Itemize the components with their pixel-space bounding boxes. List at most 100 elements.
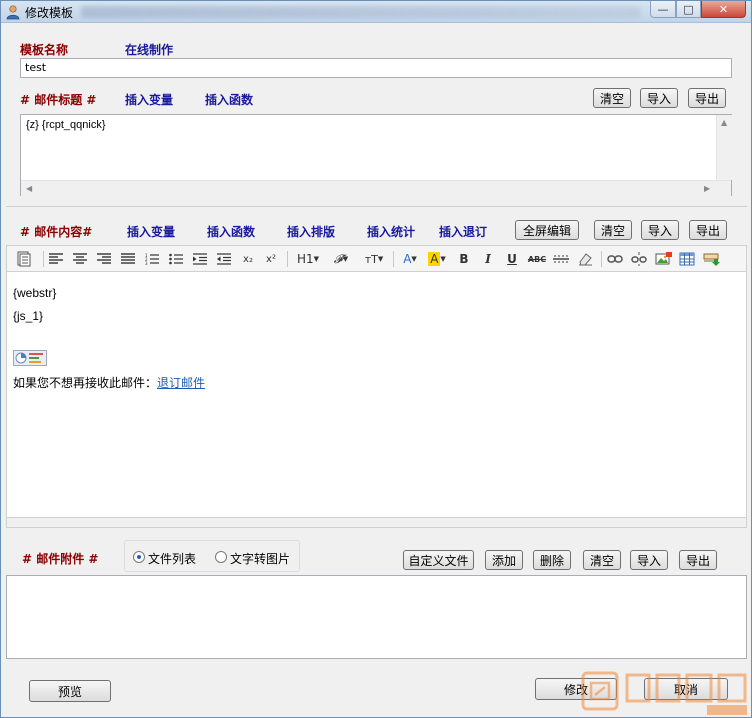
chevron-down-icon: ▼ [313, 255, 320, 263]
attachment-mode-group: 文件列表 文字转图片 [124, 540, 300, 572]
superscript-icon[interactable]: x² [264, 250, 278, 268]
svg-text:3: 3 [145, 261, 148, 266]
heading-dropdown[interactable]: H1 ▼ [295, 250, 321, 268]
text-to-image-radio[interactable] [215, 551, 227, 563]
subject-import-button[interactable]: 导入 [640, 88, 678, 108]
content-clear-button[interactable]: 清空 [594, 220, 632, 240]
insert-table-icon[interactable] [679, 250, 695, 268]
file-list-radio[interactable] [133, 551, 145, 563]
scroll-up-icon[interactable]: ▲ [721, 118, 727, 127]
unlink-icon[interactable] [631, 250, 647, 268]
font-color-icon: A [403, 252, 412, 266]
link-icon[interactable] [607, 250, 623, 268]
highlight-color-icon: A [428, 252, 441, 266]
chevron-down-icon: ▼ [411, 255, 417, 263]
section-divider [6, 206, 747, 207]
modify-button[interactable]: 修改 [535, 678, 617, 700]
preview-button[interactable]: 预览 [29, 680, 111, 702]
font-size-dropdown[interactable]: тT ▼ [361, 250, 387, 268]
font-color-dropdown[interactable]: A ▼ [399, 250, 421, 268]
editor-resize-bar[interactable] [6, 518, 747, 528]
stats-placeholder-icon[interactable] [13, 350, 47, 366]
subscript-icon[interactable]: x₂ [241, 250, 255, 268]
indent-icon[interactable] [193, 250, 207, 268]
subject-horizontal-scrollbar[interactable]: ◀ ▶ [21, 180, 731, 196]
strikethrough-icon[interactable]: ABC [527, 250, 547, 268]
underline-icon[interactable]: U [505, 250, 519, 268]
custom-file-button[interactable]: 自定义文件 [403, 550, 474, 570]
attachment-export-button[interactable]: 导出 [679, 550, 717, 570]
maximize-button[interactable]: □ [676, 1, 701, 18]
scroll-right-icon[interactable]: ▶ [704, 184, 710, 193]
title-bar[interactable]: 修改模板 — □ ✕ [1, 1, 751, 23]
bold-icon[interactable]: B [457, 250, 471, 268]
chevron-down-icon: ▼ [342, 255, 349, 263]
fullscreen-edit-button[interactable]: 全屏编辑 [515, 220, 579, 240]
toolbar-separator [287, 251, 288, 267]
ordered-list-icon[interactable]: 123 [145, 250, 159, 268]
subject-insert-variable-link[interactable]: 插入变量 [125, 91, 173, 108]
chevron-down-icon: ▼ [377, 255, 384, 263]
content-line: {webstr} [13, 286, 57, 300]
unsubscribe-line: 如果您不想再接收此邮件：退订邮件 [13, 374, 205, 391]
align-justify-icon[interactable] [121, 250, 135, 268]
font-family-dropdown[interactable]: 𝓕 ▼ [329, 250, 353, 268]
toolbar-separator [393, 251, 394, 267]
file-list-radio-label[interactable]: 文件列表 [148, 550, 196, 567]
outdent-icon[interactable] [217, 250, 231, 268]
content-line: {js_1} [13, 309, 44, 323]
toolbar-separator [43, 251, 44, 267]
align-center-icon[interactable] [73, 250, 87, 268]
subject-textarea[interactable]: {z} {rcpt_qqnick} ▲ ◀ ▶ [20, 114, 732, 196]
cancel-button[interactable]: 取消 [644, 678, 728, 700]
edit-template-window: 修改模板 — □ ✕ 模板名称 在线制作 test # 邮件标题 # 插入变量 … [0, 0, 752, 718]
minimize-button[interactable]: — [650, 1, 676, 18]
highlight-color-dropdown[interactable]: A ▼ [425, 250, 449, 268]
content-insert-variable-link[interactable]: 插入变量 [127, 223, 175, 240]
unsubscribe-link[interactable]: 退订邮件 [157, 376, 205, 390]
text-to-image-radio-label[interactable]: 文字转图片 [230, 550, 290, 567]
font-family-label: 𝓕 [333, 251, 343, 266]
insert-image-icon[interactable] [655, 250, 673, 268]
insert-row-icon[interactable] [703, 250, 721, 268]
subject-text: {z} {rcpt_qqnick} [26, 119, 106, 131]
online-make-link[interactable]: 在线制作 [125, 41, 173, 58]
toolbar-separator [601, 251, 602, 267]
content-export-button[interactable]: 导出 [689, 220, 727, 240]
attachment-add-button[interactable]: 添加 [485, 550, 523, 570]
unordered-list-icon[interactable] [169, 250, 183, 268]
chevron-down-icon: ▼ [440, 255, 446, 263]
close-button[interactable]: ✕ [701, 1, 746, 18]
subject-clear-button[interactable]: 清空 [593, 88, 631, 108]
attachment-label: # 邮件附件 # [22, 552, 99, 566]
subject-export-button[interactable]: 导出 [688, 88, 726, 108]
content-insert-layout-link[interactable]: 插入排版 [287, 223, 335, 240]
content-insert-function-link[interactable]: 插入函数 [207, 223, 255, 240]
subject-vertical-scrollbar[interactable]: ▲ [716, 115, 732, 180]
attachment-delete-button[interactable]: 删除 [533, 550, 571, 570]
scroll-left-icon[interactable]: ◀ [26, 184, 32, 193]
content-insert-unsubscribe-link[interactable]: 插入退订 [439, 223, 487, 240]
attachment-import-button[interactable]: 导入 [630, 550, 668, 570]
horizontal-rule-icon[interactable] [553, 250, 569, 268]
editor-toolbar: 123 x₂ x² H1 ▼ 𝓕 ▼ тT ▼ A ▼ A ▼ B I U ABC [6, 245, 747, 272]
align-left-icon[interactable] [49, 250, 63, 268]
template-name-input[interactable]: test [20, 58, 732, 78]
window-title: 修改模板 [25, 6, 74, 20]
font-size-label: тT [364, 252, 378, 266]
content-insert-stats-link[interactable]: 插入统计 [367, 223, 415, 240]
attachment-list[interactable] [6, 575, 747, 659]
source-code-icon[interactable] [17, 250, 31, 268]
attachment-clear-button[interactable]: 清空 [583, 550, 621, 570]
content-editor[interactable]: {webstr} {js_1} 如果您不想再接收此邮件：退订邮件 [6, 272, 747, 518]
align-right-icon[interactable] [97, 250, 111, 268]
subject-insert-function-link[interactable]: 插入函数 [205, 91, 253, 108]
user-icon [6, 5, 20, 20]
subject-label: # 邮件标题 # [20, 93, 97, 107]
eraser-icon[interactable] [577, 250, 593, 268]
heading-label: H1 [296, 252, 314, 266]
content-label: # 邮件内容# [20, 225, 93, 239]
unsubscribe-text: 如果您不想再接收此邮件： [13, 376, 158, 390]
italic-icon[interactable]: I [481, 250, 495, 268]
content-import-button[interactable]: 导入 [641, 220, 679, 240]
